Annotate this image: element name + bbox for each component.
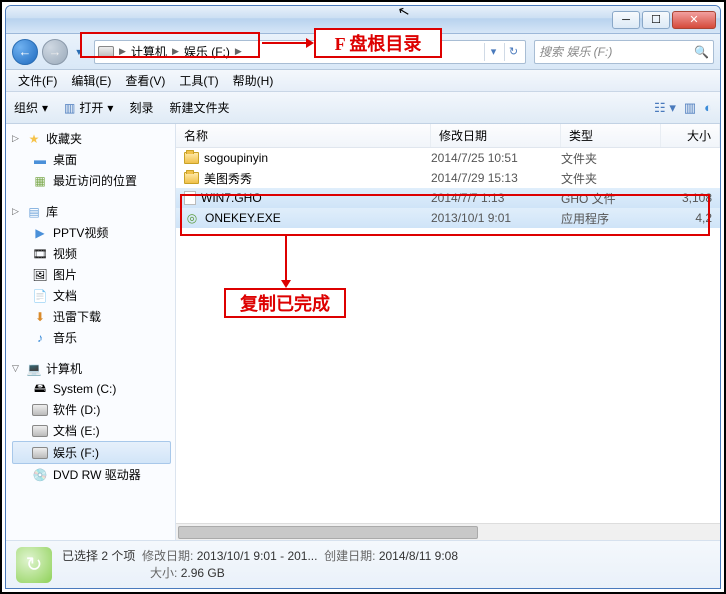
app-icon: ◎ xyxy=(184,210,200,226)
menu-view[interactable]: 查看(V) xyxy=(119,70,171,91)
selection-icon: ↻ xyxy=(16,547,52,583)
col-type[interactable]: 类型 xyxy=(561,124,661,147)
col-size[interactable]: 大小 xyxy=(661,124,720,147)
navbar: ← → ▼ ▶ 计算机 ▶ 娱乐 (F:) ▶ ▾ ↻ 搜索 娱乐 (F:) 🔍 xyxy=(6,34,720,70)
file-list-area: 名称 修改日期 类型 大小 sogoupinyin 2014/7/25 10:51… xyxy=(176,124,720,540)
file-date: 2014/7/25 10:51 xyxy=(431,151,561,165)
newfolder-button[interactable]: 新建文件夹 xyxy=(169,99,229,116)
scrollbar-thumb[interactable] xyxy=(178,526,478,539)
sidebar-item-pptv[interactable]: ▶PPTV视频 xyxy=(12,222,175,243)
file-type: 应用程序 xyxy=(561,210,661,227)
navigation-pane: ▷★收藏夹 ▬桌面 ▦最近访问的位置 ▷▤库 ▶PPTV视频 🎞视频 🖼图片 📄… xyxy=(6,124,176,540)
maximize-button[interactable]: ☐ xyxy=(642,11,670,29)
file-name: WIN7.GHO xyxy=(201,191,262,205)
sidebar-item-drive-c[interactable]: 🖴System (C:) xyxy=(12,379,175,399)
file-type: GHO 文件 xyxy=(561,190,661,207)
titlebar: ─ ☐ ✕ xyxy=(6,6,720,34)
view-options-icon[interactable]: ☷ ▾ xyxy=(654,100,676,116)
file-date: 2014/7/7 1:13 xyxy=(431,191,561,205)
favorites-header[interactable]: ▷★收藏夹 xyxy=(12,128,175,149)
details-pane: ↻ 已选择 2 个项 修改日期: 2013/10/1 9:01 - 201...… xyxy=(6,540,720,588)
minimize-button[interactable]: ─ xyxy=(612,11,640,29)
col-date[interactable]: 修改日期 xyxy=(431,124,561,147)
organize-button[interactable]: 组织 ▾ xyxy=(14,99,48,116)
file-name: ONEKEY.EXE xyxy=(205,211,281,225)
sidebar-item-xunlei[interactable]: ⬇迅雷下载 xyxy=(12,306,175,327)
breadcrumb-computer[interactable]: 计算机 xyxy=(128,41,170,63)
burn-button[interactable]: 刻录 xyxy=(129,99,153,116)
history-dropdown[interactable]: ▼ xyxy=(72,42,86,62)
preview-pane-icon[interactable]: ▥ xyxy=(684,100,696,116)
file-list[interactable]: sogoupinyin2014/7/25 10:51文件夹美图秀秀2014/7/… xyxy=(176,148,720,523)
menu-help[interactable]: 帮助(H) xyxy=(227,70,280,91)
search-placeholder: 搜索 娱乐 (F:) xyxy=(539,43,612,60)
horizontal-scrollbar[interactable] xyxy=(176,523,720,540)
computer-icon xyxy=(98,46,114,58)
screenshot-frame: ─ ☐ ✕ ← → ▼ ▶ 计算机 ▶ 娱乐 (F:) ▶ ▾ ↻ 搜索 娱乐 … xyxy=(0,0,726,594)
content-area: ▷★收藏夹 ▬桌面 ▦最近访问的位置 ▷▤库 ▶PPTV视频 🎞视频 🖼图片 📄… xyxy=(6,124,720,540)
search-input[interactable]: 搜索 娱乐 (F:) 🔍 xyxy=(534,40,714,64)
sidebar-item-music[interactable]: ♪音乐 xyxy=(12,327,175,348)
search-icon: 🔍 xyxy=(694,45,709,59)
chevron-right-icon[interactable]: ▶ xyxy=(170,46,181,57)
breadcrumb-drive[interactable]: 娱乐 (F:) xyxy=(181,41,233,63)
file-type: 文件夹 xyxy=(561,150,661,167)
dropdown-icon[interactable]: ▾ xyxy=(484,43,502,61)
col-name[interactable]: 名称 xyxy=(176,124,431,147)
help-icon[interactable]: ◐ xyxy=(704,100,712,116)
toolbar: 组织 ▾ ▥ 打开 ▾ 刻录 新建文件夹 ☷ ▾ ▥ ◐ xyxy=(6,92,720,124)
menu-edit[interactable]: 编辑(E) xyxy=(65,70,117,91)
sidebar-item-drive-d[interactable]: 软件 (D:) xyxy=(12,399,175,420)
menu-tools[interactable]: 工具(T) xyxy=(173,70,224,91)
sidebar-item-recent[interactable]: ▦最近访问的位置 xyxy=(12,170,175,191)
forward-button[interactable]: → xyxy=(42,39,68,65)
libraries-header[interactable]: ▷▤库 xyxy=(12,201,175,222)
file-date: 2014/7/29 15:13 xyxy=(431,171,561,185)
file-icon xyxy=(184,191,196,205)
explorer-window: ─ ☐ ✕ ← → ▼ ▶ 计算机 ▶ 娱乐 (F:) ▶ ▾ ↻ 搜索 娱乐 … xyxy=(5,5,721,589)
open-button[interactable]: ▥ 打开 ▾ xyxy=(64,99,113,116)
sidebar-item-videos[interactable]: 🎞视频 xyxy=(12,243,175,264)
column-headers: 名称 修改日期 类型 大小 xyxy=(176,124,720,148)
menubar: 文件(F) 编辑(E) 查看(V) 工具(T) 帮助(H) xyxy=(6,70,720,92)
sidebar-item-drive-f[interactable]: 娱乐 (F:) xyxy=(12,441,171,464)
sidebar-item-dvd[interactable]: 💿DVD RW 驱动器 xyxy=(12,464,175,485)
computer-header[interactable]: ▽💻计算机 xyxy=(12,358,175,379)
file-name: sogoupinyin xyxy=(204,151,268,165)
file-size: 3,108 xyxy=(661,191,720,205)
menu-file[interactable]: 文件(F) xyxy=(12,70,63,91)
address-bar[interactable]: ▶ 计算机 ▶ 娱乐 (F:) ▶ ▾ ↻ xyxy=(94,40,526,64)
file-size: 4,2 xyxy=(661,211,720,225)
sidebar-item-pictures[interactable]: 🖼图片 xyxy=(12,264,175,285)
chevron-right-icon[interactable]: ▶ xyxy=(233,46,244,57)
table-row[interactable]: ◎ ONEKEY.EXE 2013/10/1 9:01应用程序4,2 xyxy=(176,208,720,228)
file-date: 2013/10/1 9:01 xyxy=(431,211,561,225)
table-row[interactable]: WIN7.GHO 2014/7/7 1:13GHO 文件3,108 xyxy=(176,188,720,208)
folder-icon xyxy=(184,172,199,184)
sidebar-item-documents[interactable]: 📄文档 xyxy=(12,285,175,306)
file-type: 文件夹 xyxy=(561,170,661,187)
refresh-icon[interactable]: ↻ xyxy=(504,43,522,61)
close-button[interactable]: ✕ xyxy=(672,11,716,29)
sidebar-item-desktop[interactable]: ▬桌面 xyxy=(12,149,175,170)
table-row[interactable]: sogoupinyin 2014/7/25 10:51文件夹 xyxy=(176,148,720,168)
back-button[interactable]: ← xyxy=(12,39,38,65)
chevron-right-icon[interactable]: ▶ xyxy=(117,46,128,57)
folder-icon xyxy=(184,152,199,164)
table-row[interactable]: 美图秀秀 2014/7/29 15:13文件夹 xyxy=(176,168,720,188)
sidebar-item-drive-e[interactable]: 文档 (E:) xyxy=(12,420,175,441)
file-name: 美图秀秀 xyxy=(204,170,252,187)
status-text: 已选择 2 个项 修改日期: 2013/10/1 9:01 - 201... 创… xyxy=(62,548,458,582)
